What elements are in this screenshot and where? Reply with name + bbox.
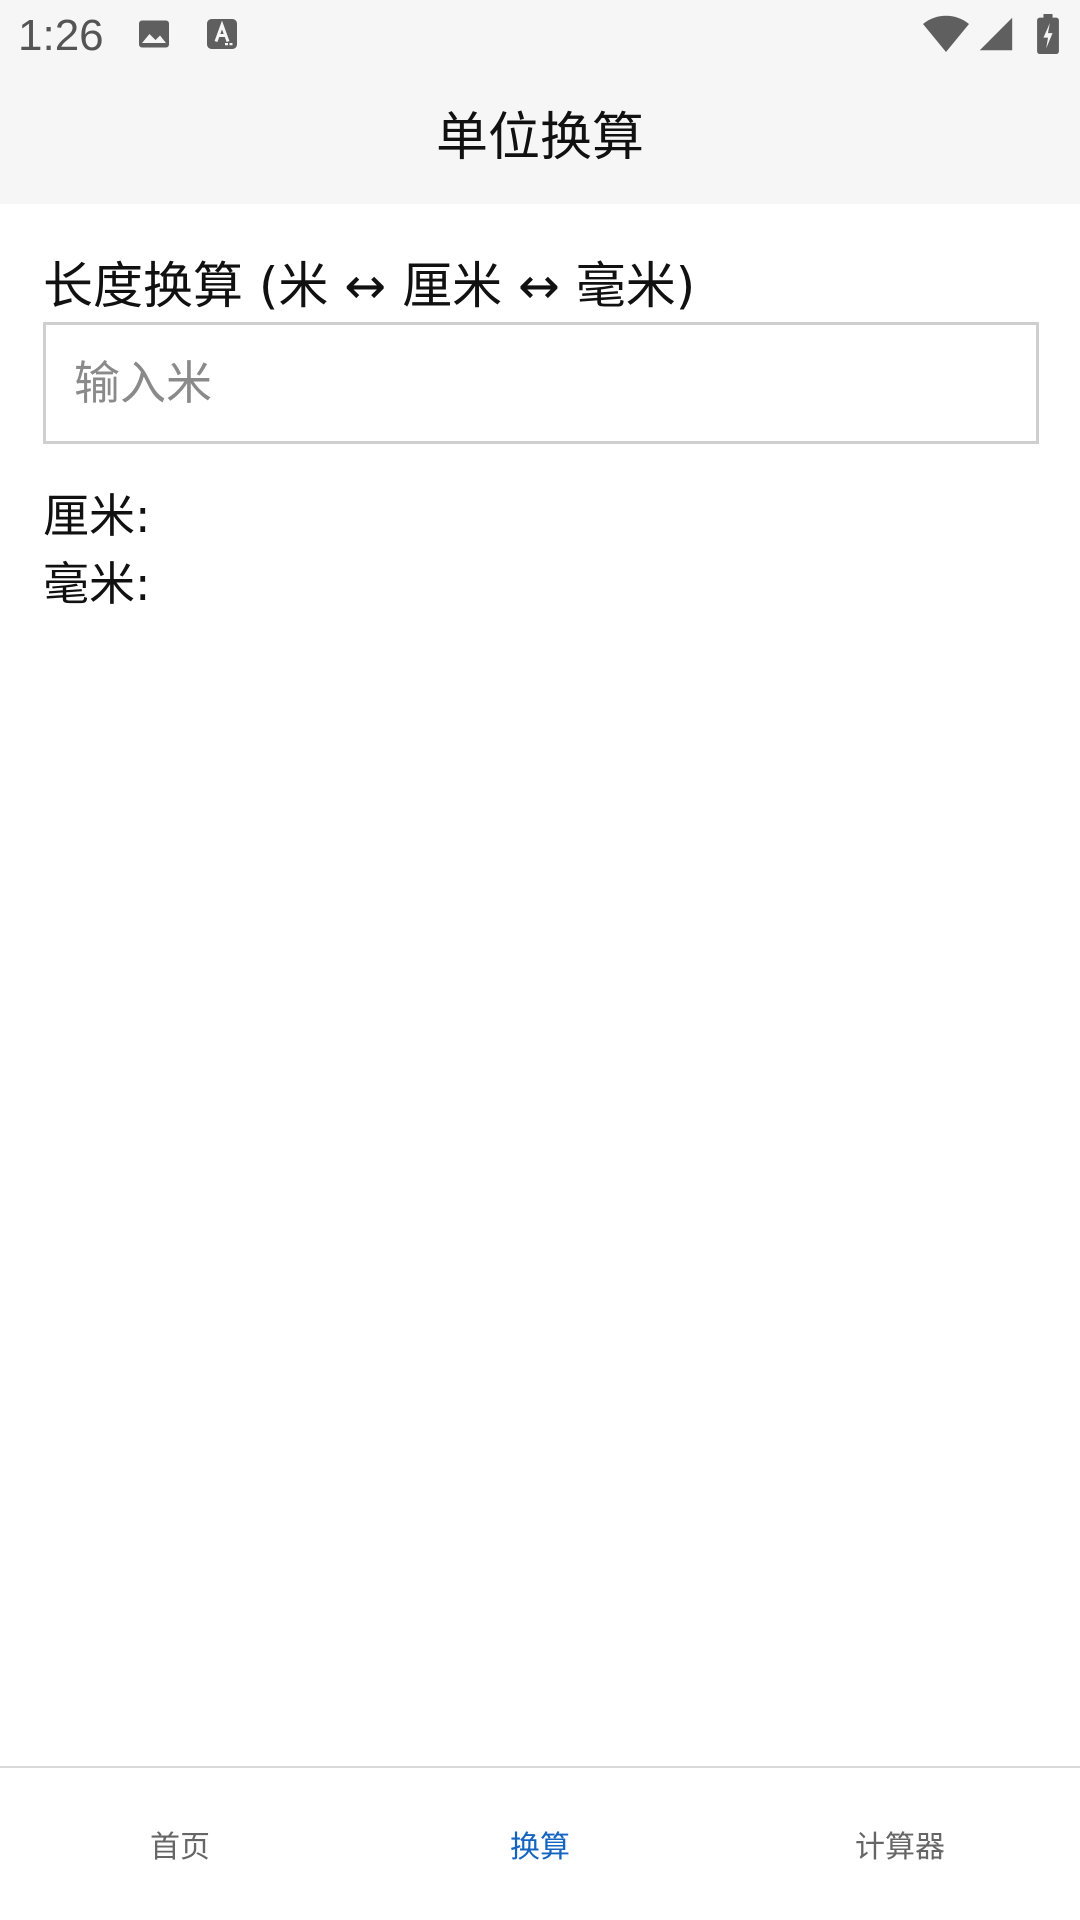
- nav-item-home-label: 首页: [150, 1830, 210, 1865]
- keyboard-a-icon: [207, 19, 237, 49]
- status-time: 1:26: [18, 11, 104, 60]
- section-title: 长度换算 (米 ↔ 厘米 ↔ 毫米): [43, 257, 696, 315]
- nav-item-calculator[interactable]: 计算器: [720, 1768, 1080, 1920]
- nav-item-convert-label: 换算: [510, 1830, 570, 1865]
- app-bar: 单位换算: [0, 72, 1080, 204]
- page-title: 单位换算: [435, 108, 644, 168]
- nav-item-home[interactable]: 首页: [0, 1768, 360, 1920]
- wifi-icon: [923, 15, 969, 52]
- centimeter-result: 厘米:: [43, 486, 157, 546]
- centimeter-label: 厘米:: [43, 489, 151, 543]
- millimeter-label: 毫米:: [43, 557, 151, 611]
- bottom-nav: 首页 换算 计算器: [0, 1766, 1080, 1920]
- app-root: 1:26 单位换算 长度换算 (米 ↔ 厘米 ↔ 毫米) 输入米 厘米: 毫米:…: [0, 0, 1080, 1920]
- status-bar: 1:26: [0, 0, 1080, 72]
- millimeter-result: 毫米:: [43, 554, 157, 614]
- nav-item-convert[interactable]: 换算: [360, 1768, 720, 1920]
- cell-signal-icon: [979, 17, 1013, 51]
- meter-input[interactable]: [43, 322, 1039, 444]
- nav-item-calculator-label: 计算器: [855, 1830, 945, 1865]
- image-icon: [139, 20, 169, 48]
- battery-charging-icon: [1037, 14, 1059, 54]
